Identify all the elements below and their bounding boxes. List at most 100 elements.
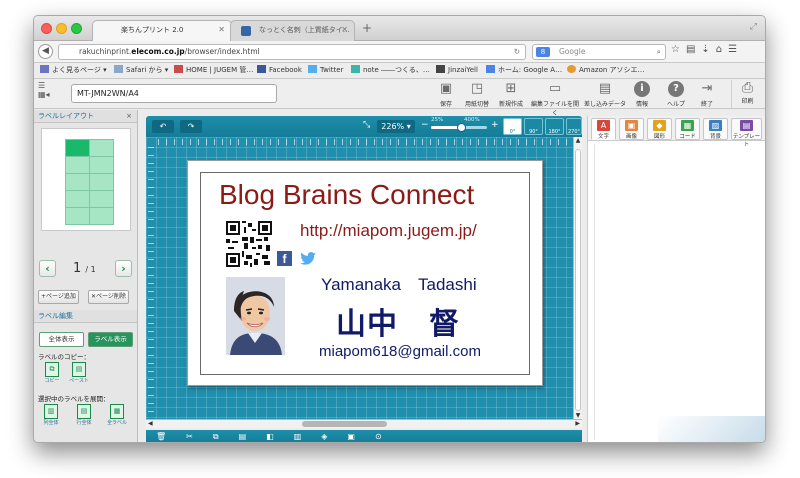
paste-object-icon[interactable]: ▤ <box>239 432 267 441</box>
twitter-icon[interactable] <box>299 252 317 265</box>
expand-column-button[interactable]: ▥ 列全体 <box>39 404 63 428</box>
undo-button[interactable]: ↶ <box>152 120 174 133</box>
bookmark-item[interactable]: Safari から ▾ <box>114 63 168 78</box>
scroll-right-icon[interactable]: ▶ <box>575 420 580 427</box>
open-file-button[interactable]: ▭ 編集ファイルを開く <box>530 81 580 117</box>
address-bar[interactable]: rakuchinprint.elecom.co.jp/browser/index… <box>58 44 526 60</box>
design-canvas[interactable]: Blog Brains Connect http://miapom.jugem.… <box>146 137 582 419</box>
delete-icon[interactable]: 🗑 <box>156 432 186 441</box>
card-email-text[interactable]: miapom618@gmail.com <box>319 343 481 360</box>
vertical-scroll-thumb[interactable] <box>575 149 581 411</box>
tab-text[interactable]: A 文字 <box>591 118 616 140</box>
facebook-icon[interactable]: f <box>277 251 292 266</box>
expand-all-button[interactable]: ▦ 全ラベル <box>105 404 129 428</box>
close-panel-icon[interactable]: × <box>126 110 132 122</box>
tab-code[interactable]: ▦ コード <box>675 118 700 140</box>
label-cell[interactable] <box>66 208 89 224</box>
group-icon[interactable]: ▣ <box>347 432 375 441</box>
card-url-text[interactable]: http://miapom.jugem.jp/ <box>300 221 477 241</box>
minimize-window-button[interactable] <box>56 23 67 34</box>
show-all-button[interactable]: 全体表示 <box>39 332 84 347</box>
bookmark-item[interactable]: note ――つくる、… <box>351 63 430 78</box>
zoom-slider[interactable] <box>431 123 487 132</box>
paste-button[interactable]: ▤ ペースト <box>67 362 91 386</box>
cut-icon[interactable]: ✂ <box>186 432 213 441</box>
scroll-left-icon[interactable]: ◀ <box>148 420 153 427</box>
menu-icon[interactable]: ☰ ▦◂ <box>38 81 54 99</box>
rotate-270-button[interactable]: 270° <box>566 118 582 135</box>
tab-shape[interactable]: ◆ 図形 <box>647 118 672 140</box>
label-cell[interactable] <box>90 157 113 173</box>
arrange-icon[interactable]: ◧ <box>266 432 294 441</box>
bookmark-item[interactable]: よく見るページ ▾ <box>40 63 107 78</box>
url-prefix: rakuchinprint. <box>79 47 132 56</box>
canvas-horizontal-scrollbar[interactable]: ◀ ▶ <box>146 419 582 428</box>
redo-button[interactable]: ↷ <box>180 120 202 133</box>
rotate-90-button[interactable]: 90° <box>524 118 543 135</box>
label-cell[interactable] <box>66 174 89 190</box>
portrait-illustration[interactable] <box>226 277 285 355</box>
business-card[interactable]: Blog Brains Connect http://miapom.jugem.… <box>200 172 530 375</box>
label-cell[interactable] <box>66 191 89 207</box>
reload-icon[interactable]: ↻ <box>514 45 520 59</box>
scroll-up-icon[interactable]: ▲ <box>574 137 582 144</box>
card-name-kanji[interactable]: 山中 督 <box>336 299 460 343</box>
zoom-in-icon[interactable]: + <box>491 120 499 130</box>
search-icon[interactable]: ⌕ <box>657 45 661 59</box>
grid-row-icon: ▤ <box>77 404 91 419</box>
zoom-out-icon[interactable]: − <box>421 120 429 130</box>
new-document-button[interactable]: ⊞ 新規作成 <box>489 81 533 108</box>
delete-page-button[interactable]: ✕ページ削除 <box>88 290 129 304</box>
prev-page-button[interactable]: ‹ <box>39 260 56 277</box>
bookmark-item[interactable]: HOME | JUGEM 管… <box>174 63 253 78</box>
bookmark-item[interactable]: Amazon アソシエ… <box>567 63 645 78</box>
copy-object-icon[interactable]: ⧉ <box>213 432 239 441</box>
zoom-slider-handle[interactable] <box>457 123 467 132</box>
tab-background[interactable]: ▨ 背景 <box>703 118 728 140</box>
bookmark-item[interactable]: JinzaiYell <box>436 63 478 78</box>
horizontal-scroll-thumb[interactable] <box>302 421 387 427</box>
label-cell[interactable] <box>66 157 89 173</box>
paper-size-field[interactable]: MT-JMN2WN/A4 <box>71 84 277 103</box>
exit-button[interactable]: ⇥ 終了 <box>685 81 729 108</box>
fit-screen-icon[interactable]: ⤡ <box>363 120 370 130</box>
tab-rakuchin-print[interactable]: 楽ちんプリント 2.0 ✕ <box>92 20 232 41</box>
card-title-text[interactable]: Blog Brains Connect <box>219 179 474 211</box>
fullscreen-icon[interactable]: ⤢ <box>750 22 757 32</box>
close-window-button[interactable] <box>41 23 52 34</box>
bookmark-item[interactable]: ホーム: Google A… <box>486 63 562 78</box>
zoom-select[interactable]: 226% ▾ <box>377 120 415 133</box>
label-cell[interactable] <box>90 191 113 207</box>
add-page-button[interactable]: +ページ追加 <box>38 290 79 304</box>
close-tab-icon[interactable]: ✕ <box>218 25 225 34</box>
copy-button[interactable]: ⧉ コピー <box>40 362 64 386</box>
lock-icon[interactable]: ⊙ <box>375 432 402 441</box>
next-page-button[interactable]: › <box>115 260 132 277</box>
label-cell[interactable] <box>90 174 113 190</box>
label-cell[interactable] <box>90 140 113 156</box>
close-tab-icon[interactable]: ✕ <box>341 25 348 34</box>
navigation-icons[interactable]: ☆▤⇣⌂☰ <box>671 44 743 55</box>
card-name-romaji[interactable]: Yamanaka Tadashi <box>321 270 477 295</box>
rotate-180-button[interactable]: 180° <box>545 118 564 135</box>
zoom-window-button[interactable] <box>71 23 82 34</box>
tab-nattoku-meishi[interactable]: なっとく名刺（上質紙タイ… ✕ <box>230 20 355 41</box>
qr-code-icon[interactable] <box>226 221 272 267</box>
label-cell[interactable] <box>66 140 89 156</box>
tab-image[interactable]: ▣ 画像 <box>619 118 644 140</box>
fill-icon[interactable]: ◈ <box>321 432 347 441</box>
canvas-vertical-scrollbar[interactable]: ▲ ▼ <box>573 137 582 419</box>
search-input[interactable]: 8 Google ⌕ <box>532 44 666 60</box>
bookmark-item[interactable]: Facebook <box>257 63 302 78</box>
scroll-down-icon[interactable]: ▼ <box>574 412 582 419</box>
new-tab-icon[interactable]: + <box>362 21 372 35</box>
print-button[interactable]: ⎙ 印刷 <box>731 80 763 108</box>
tab-template[interactable]: ▤ テンプレート <box>731 118 762 148</box>
rotate-0-button[interactable]: 0° <box>503 118 522 135</box>
show-label-button[interactable]: ラベル表示 <box>88 332 133 347</box>
expand-row-button[interactable]: ▤ 行全体 <box>72 404 96 428</box>
align-icon[interactable]: ▥ <box>294 432 322 441</box>
bookmark-item[interactable]: Twitter <box>308 63 343 78</box>
back-button[interactable]: ◀ <box>38 44 53 59</box>
label-cell[interactable] <box>90 208 113 224</box>
